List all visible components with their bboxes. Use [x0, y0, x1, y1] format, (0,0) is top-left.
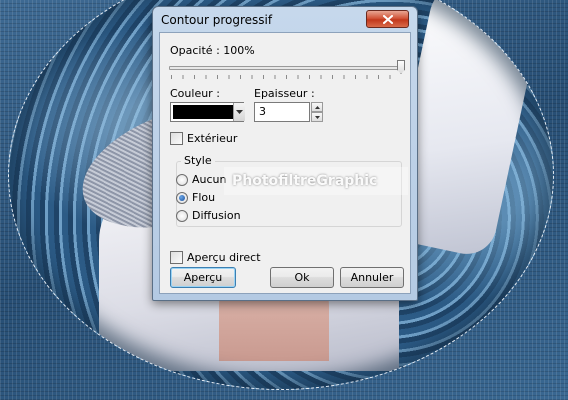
- close-icon: [382, 14, 393, 24]
- color-swatch: [173, 105, 241, 119]
- radio-none-label: Aucun: [192, 173, 227, 186]
- preview-button[interactable]: Aperçu: [170, 267, 236, 288]
- live-preview-checkbox[interactable]: [170, 251, 183, 264]
- thickness-label: Epaisseur :: [254, 87, 315, 100]
- opacity-slider-thumb[interactable]: [397, 60, 405, 74]
- dialog-client: Opacité : 100% Couleur : Epaisseur : 3 E…: [159, 32, 411, 294]
- exterior-checkbox[interactable]: [170, 132, 183, 145]
- radio-none[interactable]: [176, 174, 188, 186]
- spin-up-button[interactable]: [311, 102, 323, 112]
- dialog-title: Contour progressif: [161, 13, 273, 27]
- thickness-input[interactable]: 3: [254, 102, 310, 122]
- color-label: Couleur :: [170, 87, 220, 100]
- chevron-down-icon: [314, 115, 320, 119]
- radio-blur[interactable]: [176, 192, 188, 204]
- style-legend: Style: [181, 154, 215, 167]
- chevron-up-icon: [314, 105, 320, 109]
- opacity-label: Opacité : 100%: [170, 44, 255, 57]
- thickness-spinner: [311, 102, 323, 122]
- opacity-slider-track[interactable]: [169, 66, 401, 70]
- radio-blur-label: Flou: [192, 191, 216, 204]
- exterior-label: Extérieur: [187, 132, 238, 145]
- radio-diffusion-label: Diffusion: [192, 209, 241, 222]
- live-preview-label: Aperçu direct: [187, 251, 261, 264]
- chevron-down-icon: [236, 110, 243, 114]
- close-button[interactable]: [366, 10, 409, 28]
- opacity-slider-ticks: [171, 75, 401, 79]
- progressive-outline-dialog: Contour progressif Opacité : 100% Couleu…: [152, 6, 418, 301]
- ok-button[interactable]: Ok: [270, 267, 334, 288]
- color-dropdown-button[interactable]: [233, 103, 245, 121]
- radio-diffusion[interactable]: [176, 210, 188, 222]
- title-bar[interactable]: Contour progressif: [159, 7, 411, 32]
- spin-down-button[interactable]: [311, 112, 323, 122]
- watermark: PhotofiltreGraphic: [224, 167, 408, 195]
- cancel-button[interactable]: Annuler: [340, 267, 404, 288]
